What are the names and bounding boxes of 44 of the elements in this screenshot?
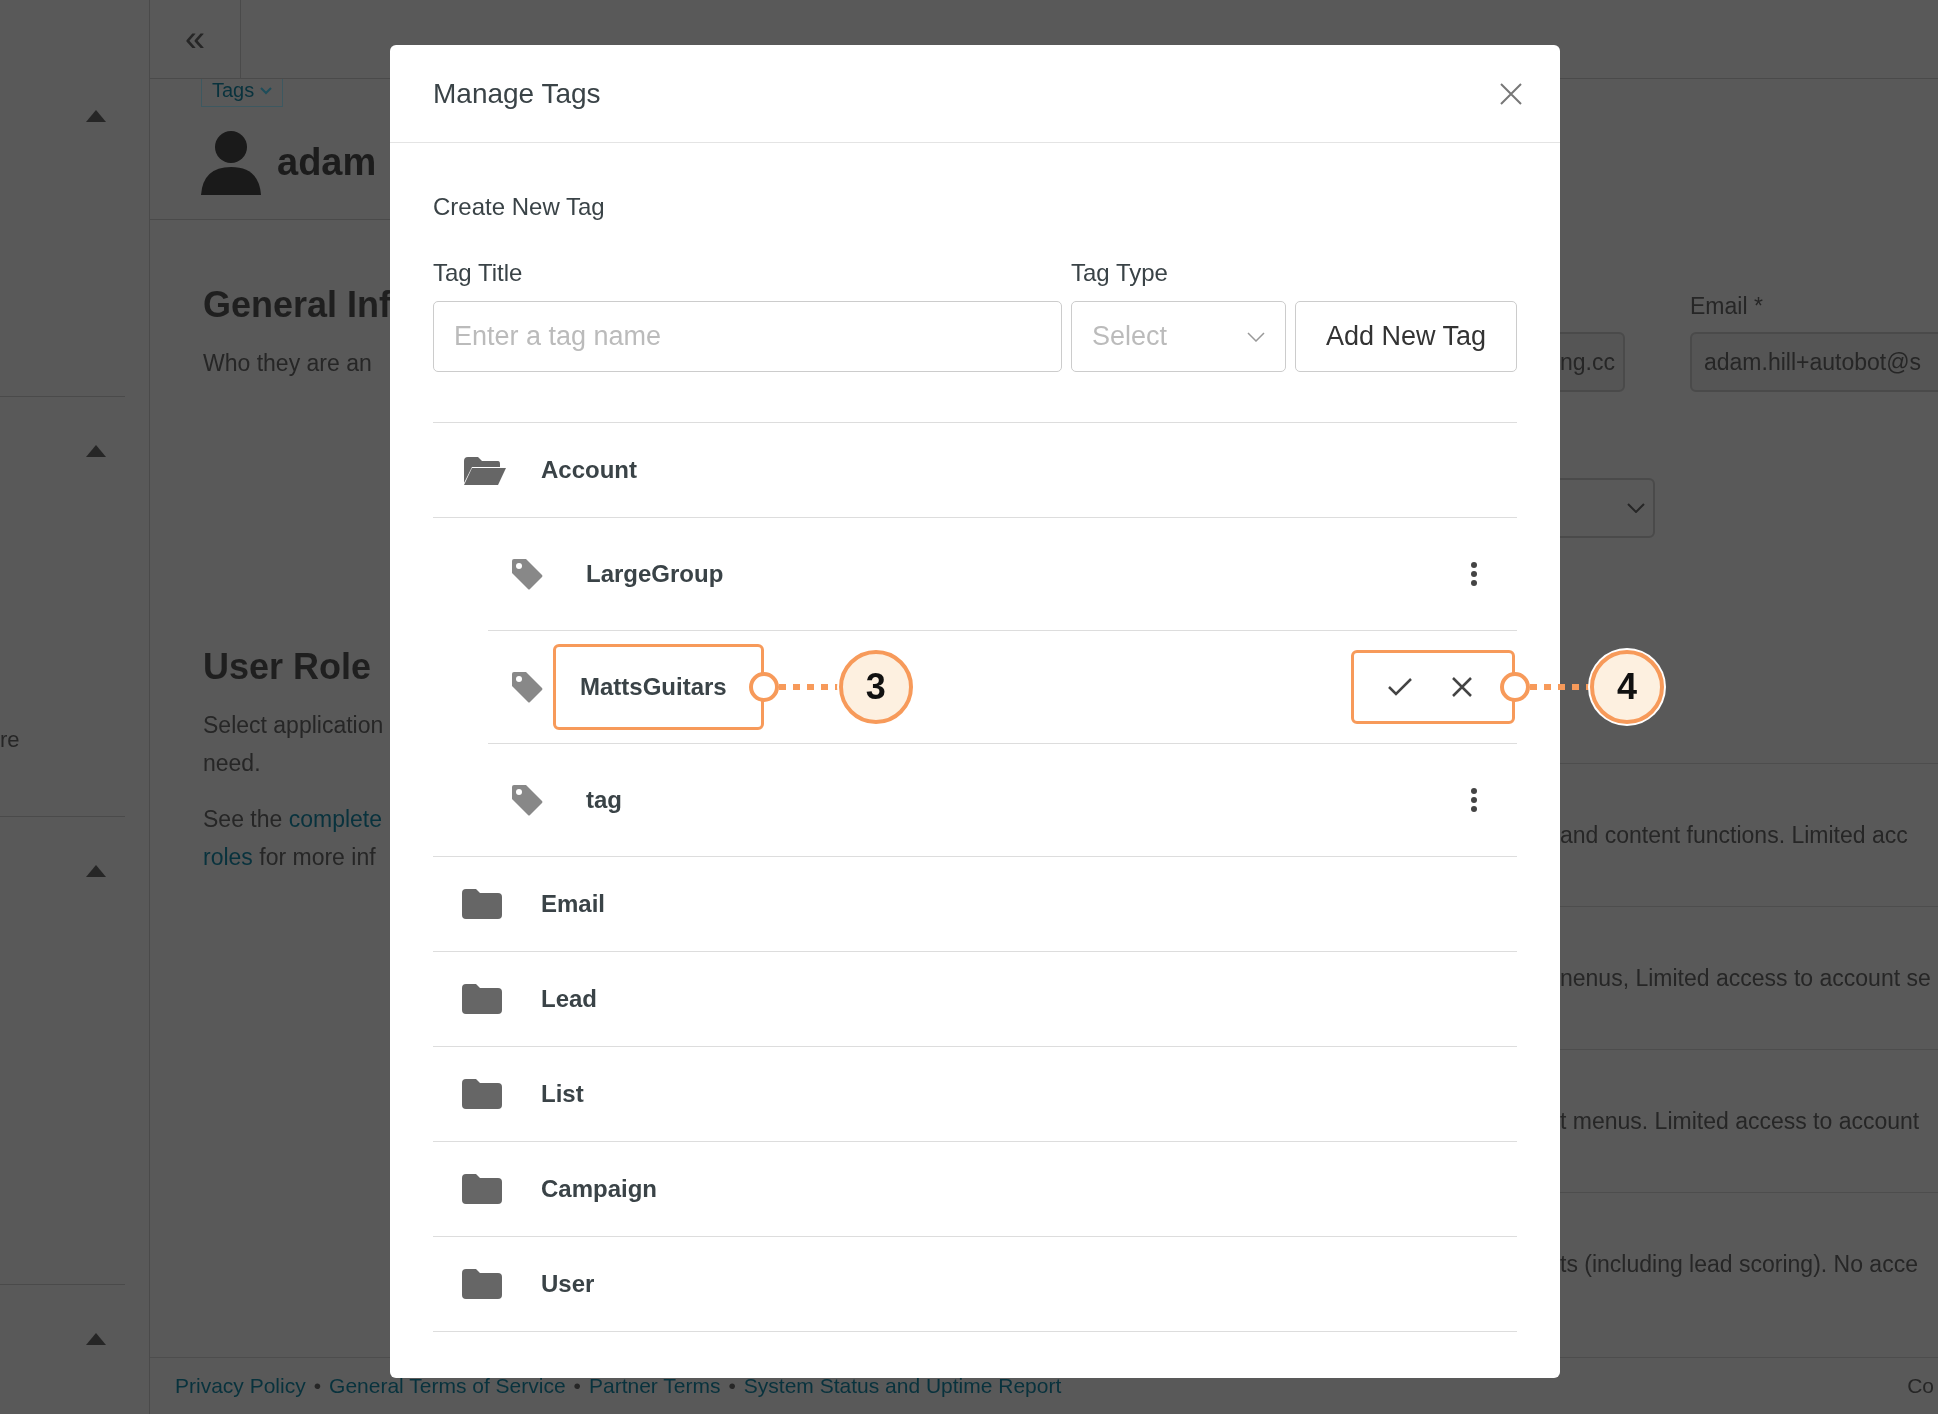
caret-down-icon xyxy=(260,86,273,95)
footer-link[interactable]: General Terms of Service xyxy=(329,1374,566,1398)
modal-title: Manage Tags xyxy=(433,77,601,110)
tag-type-select[interactable]: Select xyxy=(1071,301,1286,372)
field-label: Tag Type xyxy=(1071,259,1169,287)
footer-link[interactable]: System Status and Uptime Report xyxy=(743,1374,1062,1398)
chevron-down-icon xyxy=(1627,503,1645,513)
tag-name: MattsGuitars xyxy=(553,644,764,730)
tag-icon xyxy=(510,783,544,817)
field-label: Tag Title xyxy=(433,259,524,287)
section-heading: User Role xyxy=(202,646,373,688)
folder-row[interactable]: Lead xyxy=(433,952,1517,1047)
more-vertical-icon xyxy=(1470,787,1478,813)
tag-name: LargeGroup xyxy=(586,560,724,588)
tag-title-field[interactable]: Enter a tag name xyxy=(433,301,1062,372)
close-icon xyxy=(1500,82,1522,105)
user-name: adam xyxy=(277,140,377,184)
roles-link[interactable]: roles xyxy=(203,844,253,870)
footer-link[interactable]: Privacy Policy xyxy=(175,1374,306,1398)
close-icon xyxy=(1452,677,1472,697)
folder-row[interactable]: List xyxy=(433,1047,1517,1142)
separator-dot: • xyxy=(573,1374,581,1398)
section-title: Create New Tag xyxy=(433,193,606,221)
chevron-down-icon xyxy=(1247,331,1265,342)
tag-row[interactable]: tag xyxy=(433,744,1517,857)
tag-icon xyxy=(510,557,544,591)
footer-link[interactable]: Partner Terms xyxy=(588,1374,721,1398)
tags-dropdown[interactable]: Tags xyxy=(201,79,284,107)
separator-dot: • xyxy=(313,1374,322,1398)
folder-row[interactable]: Email xyxy=(433,857,1517,952)
callout-badge: 4 xyxy=(1590,650,1664,724)
tag-name: tag xyxy=(586,786,622,814)
folder-row[interactable]: Account xyxy=(433,423,1517,518)
tag-row[interactable]: LargeGroup xyxy=(488,518,1517,631)
more-vertical-icon xyxy=(1470,561,1478,587)
collapse-button[interactable]: « xyxy=(150,0,241,78)
folder-row[interactable]: Campaign xyxy=(433,1142,1517,1237)
folder-row[interactable]: User xyxy=(433,1237,1517,1332)
tag-icon xyxy=(510,670,544,704)
avatar-icon xyxy=(201,129,261,195)
add-tag-button[interactable]: Add New Tag xyxy=(1295,301,1517,372)
check-icon xyxy=(1388,678,1412,696)
separator-dot: • xyxy=(728,1374,736,1398)
roles-link[interactable]: complete xyxy=(288,806,382,832)
